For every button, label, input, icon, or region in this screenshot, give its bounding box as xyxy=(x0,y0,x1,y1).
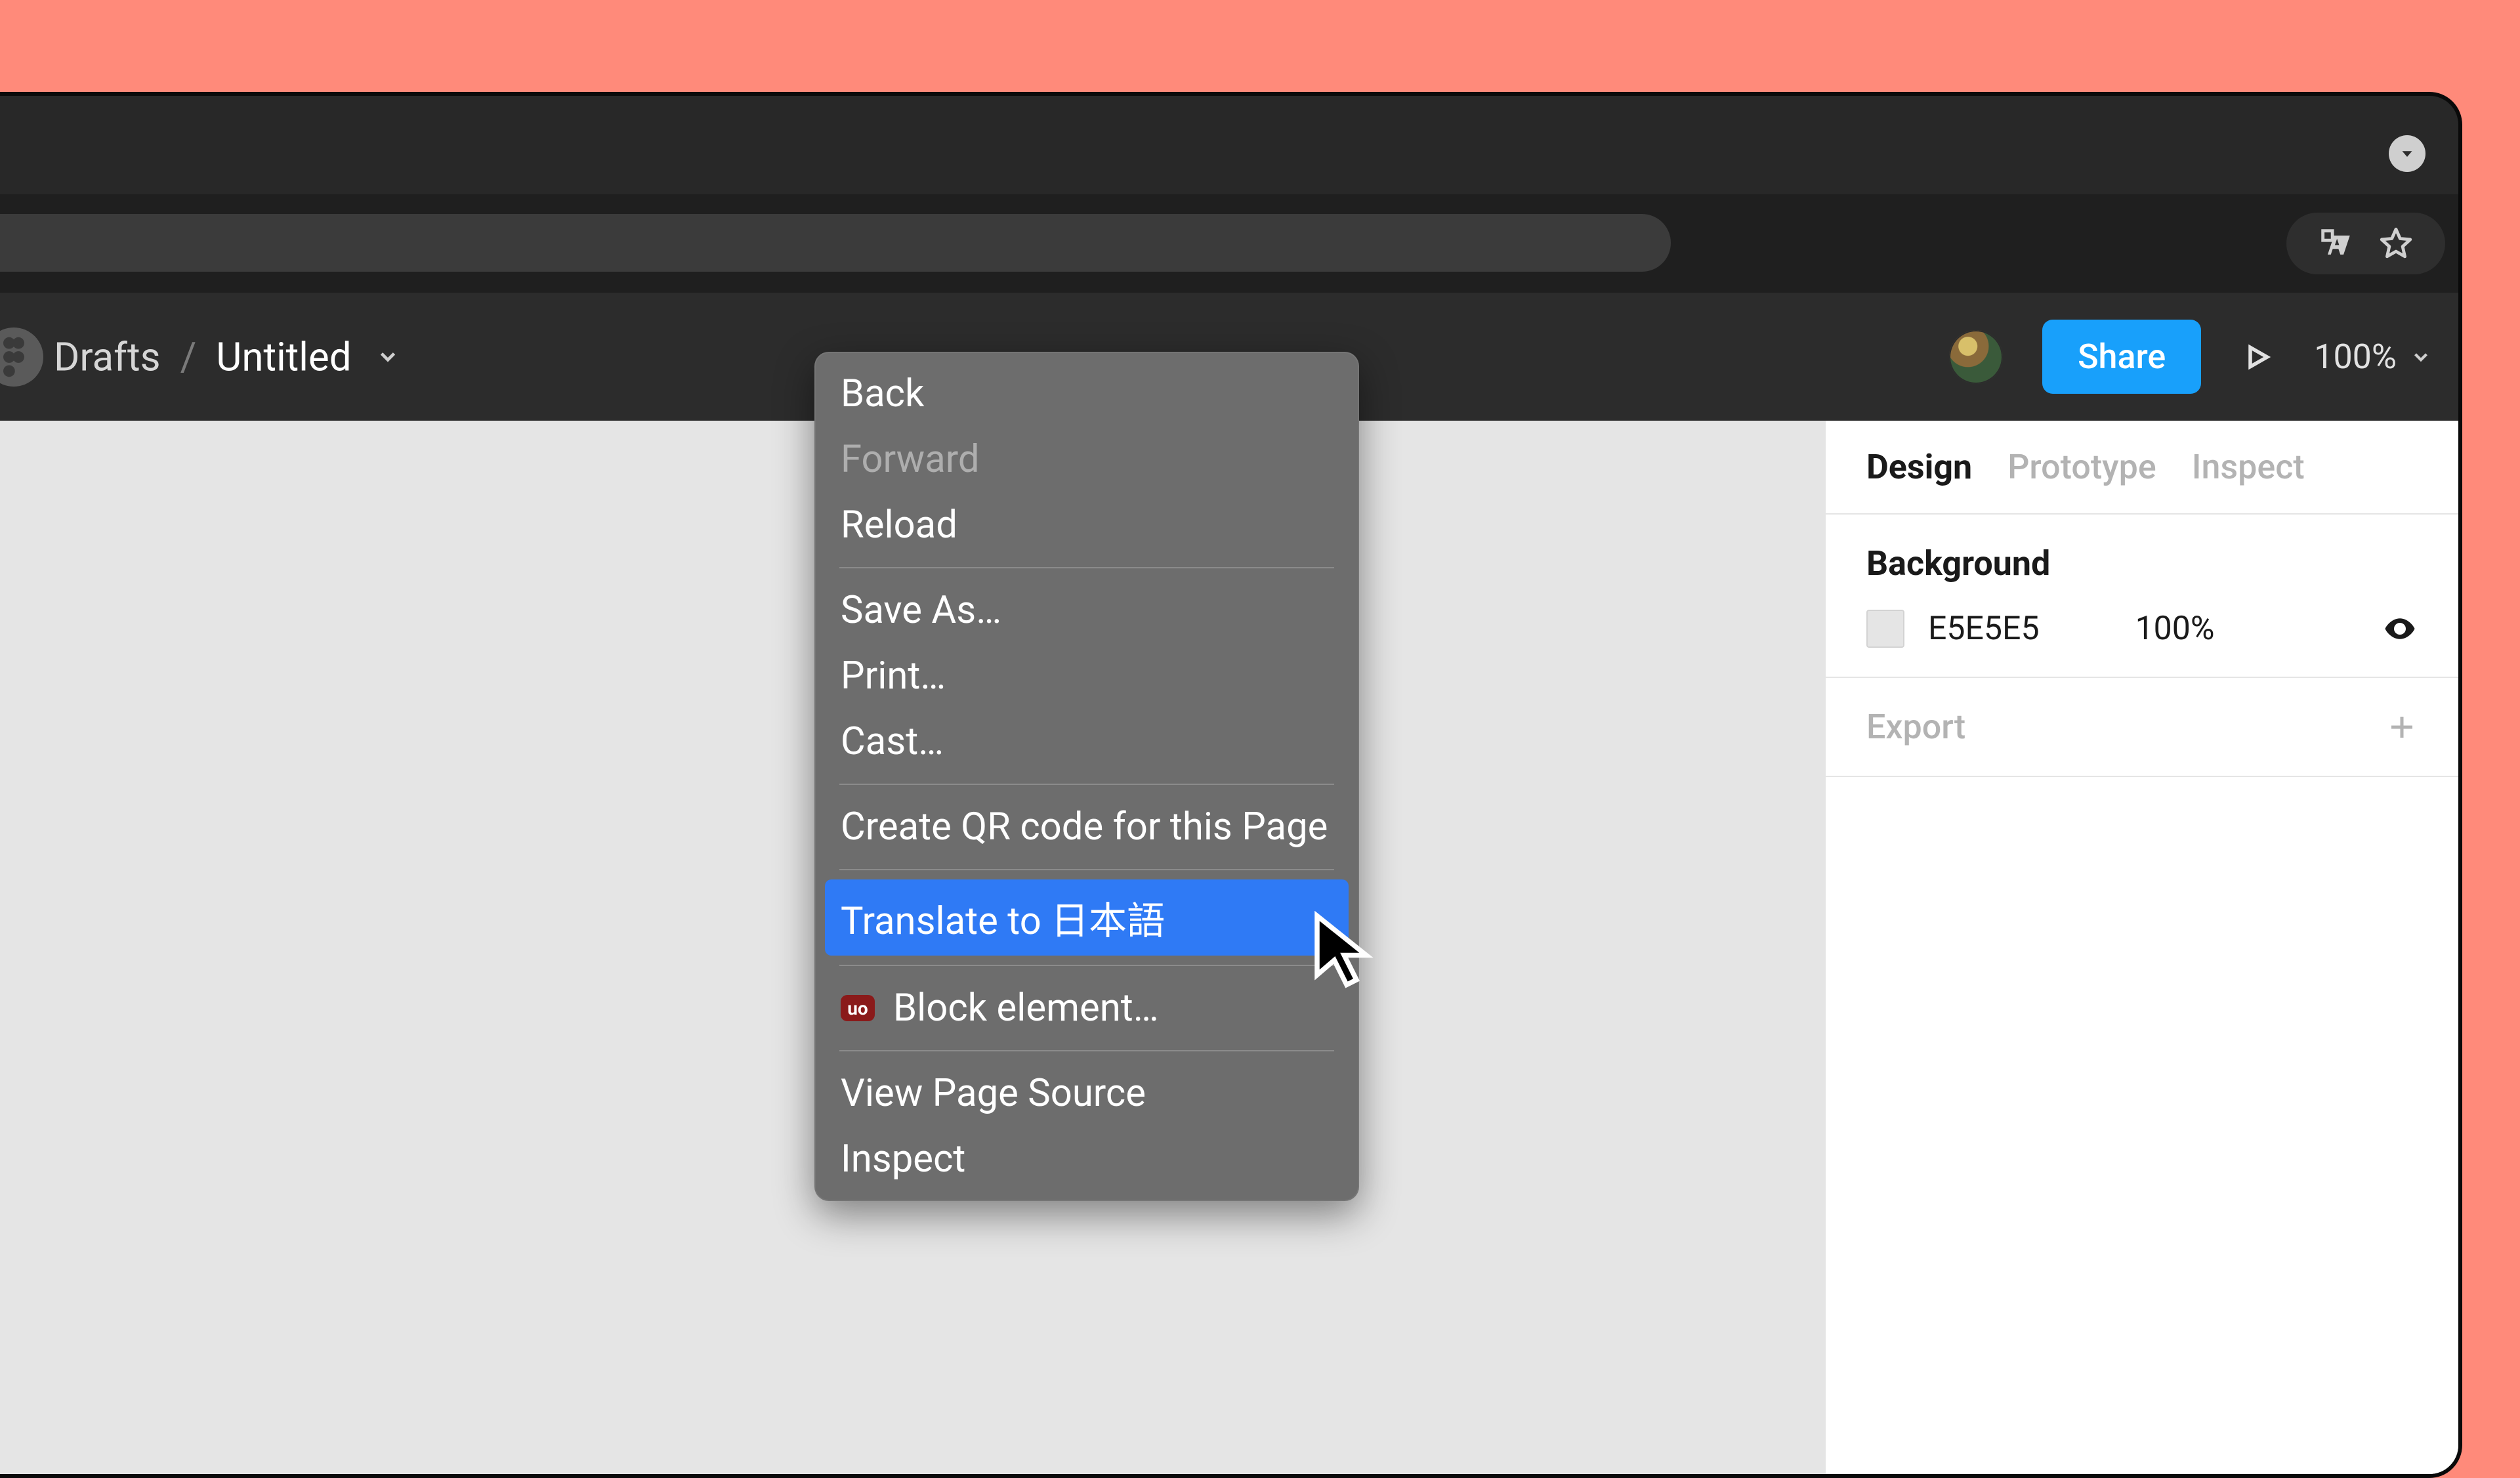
menu-create-qr[interactable]: Create QR code for this Page xyxy=(814,794,1359,860)
breadcrumb: Drafts / Untitled xyxy=(54,333,400,380)
url-actions xyxy=(2286,213,2445,274)
avatar[interactable] xyxy=(1949,330,2003,384)
menu-inspect[interactable]: Inspect xyxy=(814,1126,1359,1192)
zoom-control[interactable]: 100% xyxy=(2314,337,2432,377)
menu-separator xyxy=(839,784,1334,785)
menu-separator xyxy=(839,1050,1334,1051)
visibility-eye-icon[interactable] xyxy=(2382,611,2418,646)
right-panel: Design Prototype Inspect Background E5E5… xyxy=(1826,421,2458,1474)
tab-design[interactable]: Design xyxy=(1866,447,1972,487)
add-export-button[interactable] xyxy=(2386,711,2418,743)
background-title: Background xyxy=(1866,543,2418,583)
share-button[interactable]: Share xyxy=(2042,320,2201,394)
background-row: E5E5E5 100% xyxy=(1866,610,2418,648)
toolbar-right: Share 100% xyxy=(1949,293,2432,421)
stage: Drafts / Untitled Share 100% xyxy=(0,0,2520,1418)
menu-print[interactable]: Print… xyxy=(814,643,1359,709)
browser-context-menu: Back Forward Reload Save As… Print… Cast… xyxy=(814,352,1359,1201)
figma-logo-icon[interactable] xyxy=(0,327,43,387)
tab-list-button[interactable] xyxy=(2389,135,2426,172)
tab-prototype[interactable]: Prototype xyxy=(2007,447,2156,487)
menu-separator xyxy=(839,567,1334,568)
menu-translate[interactable]: Translate to 日本語 xyxy=(825,879,1349,956)
translate-icon[interactable] xyxy=(2317,224,2355,263)
menu-reload[interactable]: Reload xyxy=(814,492,1359,558)
background-section: Background E5E5E5 100% xyxy=(1826,515,2458,678)
bookmark-star-icon[interactable] xyxy=(2377,224,2415,263)
browser-tab-strip xyxy=(0,96,2458,194)
menu-separator xyxy=(839,869,1334,870)
export-title: Export xyxy=(1866,707,1965,747)
background-opacity[interactable]: 100% xyxy=(2135,610,2215,648)
file-menu-chevron-icon[interactable] xyxy=(375,345,400,370)
tab-inspect[interactable]: Inspect xyxy=(2192,447,2305,487)
present-button[interactable] xyxy=(2240,340,2275,374)
menu-back[interactable]: Back xyxy=(814,361,1359,427)
export-section: Export xyxy=(1826,678,2458,777)
browser-window: Drafts / Untitled Share 100% xyxy=(0,92,2462,1478)
menu-block-element[interactable]: uo Block element… xyxy=(814,975,1359,1041)
breadcrumb-file[interactable]: Untitled xyxy=(216,333,351,380)
background-hex[interactable]: E5E5E5 xyxy=(1928,610,2040,648)
panel-tabs: Design Prototype Inspect xyxy=(1826,421,2458,515)
menu-separator xyxy=(839,965,1334,966)
background-swatch[interactable] xyxy=(1866,610,1904,648)
chevron-down-icon xyxy=(2410,346,2432,368)
url-bar[interactable] xyxy=(0,214,1671,272)
browser-url-row xyxy=(0,194,2458,293)
zoom-value: 100% xyxy=(2314,337,2397,377)
menu-save-as[interactable]: Save As… xyxy=(814,578,1359,643)
breadcrumb-separator: / xyxy=(180,333,197,380)
ublock-icon: uo xyxy=(841,995,875,1021)
menu-cast[interactable]: Cast… xyxy=(814,709,1359,774)
breadcrumb-project[interactable]: Drafts xyxy=(54,333,161,380)
menu-forward: Forward xyxy=(814,427,1359,492)
menu-view-source[interactable]: View Page Source xyxy=(814,1061,1359,1126)
